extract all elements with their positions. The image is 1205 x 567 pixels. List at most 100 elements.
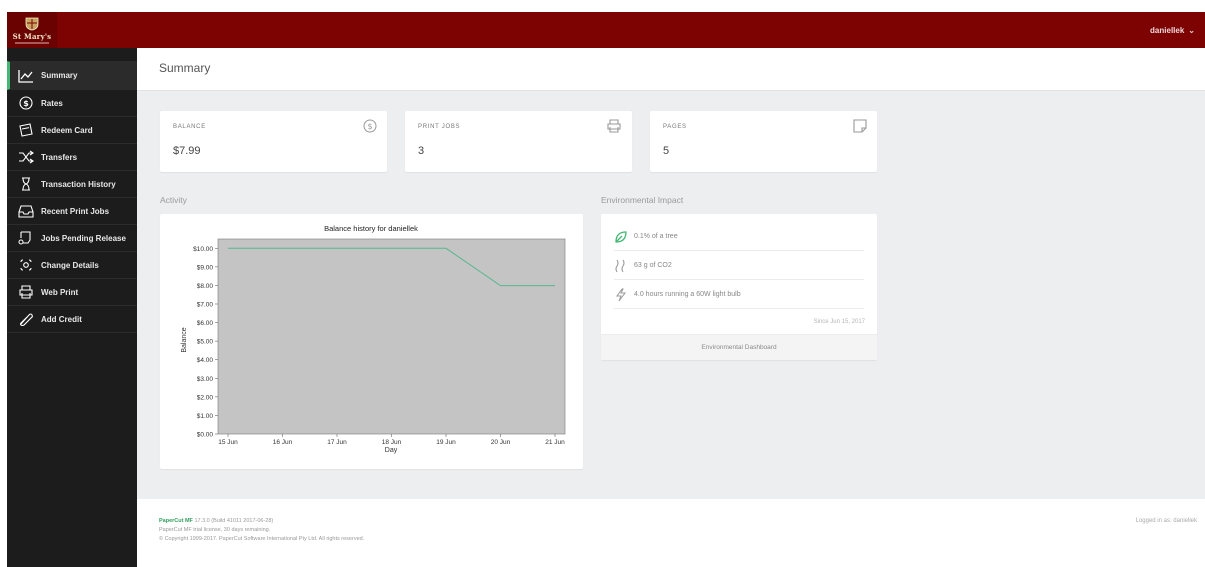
- x-tick-label: 15 Jun: [218, 439, 238, 446]
- sidebar-item-label: Transaction History: [41, 179, 116, 189]
- page-title: Summary: [159, 61, 211, 75]
- footer-copyright: © Copyright 1999-2017. PaperCut Software…: [159, 536, 365, 542]
- y-tick-label: $7.00: [197, 302, 214, 309]
- sidebar-item-label: Change Details: [41, 260, 99, 270]
- environmental-impact-card: 0.1% of a tree 63 g of CO2 4.0 hours run…: [601, 214, 877, 360]
- stat-value: 5: [663, 145, 670, 157]
- y-tick-label: $2.00: [197, 394, 214, 401]
- y-axis-label: Balance: [181, 327, 188, 352]
- x-tick-label: 17 Jun: [327, 439, 347, 446]
- papercut-link[interactable]: PaperCut MF: [159, 518, 193, 524]
- sidebar-item-add-credit[interactable]: Add Credit: [7, 306, 137, 333]
- user-menu[interactable]: daniellek ⌄: [1150, 12, 1195, 48]
- footer-version: 17.3.0 (Build 41011 2017-06-28): [192, 518, 274, 524]
- footer-version-line: PaperCut MF 17.3.0 (Build 41011 2017-06-…: [159, 518, 273, 524]
- stat-label: PAGES: [663, 124, 687, 130]
- sidebar-item-transaction-history[interactable]: Transaction History: [7, 171, 137, 198]
- sidebar-item-summary[interactable]: Summary: [7, 61, 137, 90]
- y-tick-label: $8.00: [197, 283, 214, 290]
- environmental-dashboard-link[interactable]: Environmental Dashboard: [601, 334, 877, 360]
- logo-motto-bar: [15, 41, 49, 44]
- sidebar: Summary $ Rates Redeem Card Transfers Tr…: [7, 48, 137, 567]
- y-tick-label: $1.00: [197, 413, 214, 420]
- page-footer: PaperCut MF 17.3.0 (Build 41011 2017-06-…: [137, 499, 1205, 567]
- paperclip-icon: [17, 311, 35, 327]
- balance-card: BALANCE $7.99 $: [160, 111, 387, 172]
- y-tick-label: $5.00: [197, 339, 214, 346]
- env-row-co2: 63 g of CO2: [614, 252, 864, 280]
- env-row-tree: 0.1% of a tree: [614, 223, 864, 251]
- username: daniellek: [1150, 25, 1185, 35]
- co2-wave-icon: [614, 258, 634, 274]
- y-tick-label: $9.00: [197, 264, 214, 271]
- dollar-circle-icon: $: [17, 95, 35, 111]
- svg-text:$: $: [367, 122, 372, 131]
- x-tick-label: 20 Jun: [491, 439, 511, 446]
- sidebar-item-web-print[interactable]: Web Print: [7, 279, 137, 306]
- stat-label: BALANCE: [173, 124, 206, 130]
- logged-in-as: Logged in as: daniellek: [1135, 518, 1197, 524]
- activity-chart-card: Balance history for daniellek $0.00 $1.00…: [160, 214, 583, 469]
- sidebar-item-label: Summary: [41, 71, 78, 80]
- stat-label: PRINT JOBS: [418, 124, 461, 130]
- x-tick-label: 21 Jun: [545, 439, 565, 446]
- printer-icon: [607, 119, 621, 133]
- printer-icon: [17, 284, 35, 300]
- y-tick-label: $3.00: [197, 376, 214, 383]
- sidebar-item-label: Rates: [41, 98, 63, 108]
- sidebar-item-recent-print-jobs[interactable]: Recent Print Jobs: [7, 198, 137, 225]
- pages-card: PAGES 5: [650, 111, 877, 172]
- y-tick-label: $0.00: [197, 432, 214, 439]
- left-gutter: [0, 0, 7, 567]
- y-tick-label: $4.00: [197, 357, 214, 364]
- env-row-text: 63 g of CO2: [634, 262, 672, 269]
- sidebar-item-change-details[interactable]: Change Details: [7, 252, 137, 279]
- chart-line-icon: [17, 68, 35, 84]
- sidebar-item-transfers[interactable]: Transfers: [7, 144, 137, 171]
- main-content: Summary BALANCE $7.99 $ PRINT JOBS 3 PAG…: [137, 48, 1205, 567]
- lightning-icon: [614, 287, 634, 303]
- leaf-icon: [614, 229, 634, 245]
- chevron-down-icon: ⌄: [1188, 25, 1195, 35]
- sidebar-item-redeem-card[interactable]: Redeem Card: [7, 117, 137, 144]
- hourglass-icon: [17, 176, 35, 192]
- jobs-pending-icon: [17, 230, 35, 246]
- sidebar-item-label: Web Print: [41, 287, 79, 297]
- logo-text: St Mary's: [12, 31, 52, 41]
- top-gutter: [0, 0, 1205, 12]
- stat-value: 3: [418, 145, 425, 157]
- env-since-date: Since Jun 15, 2017: [813, 319, 865, 325]
- inbox-icon: [17, 203, 35, 219]
- sidebar-item-label: Transfers: [41, 152, 78, 162]
- page-header: Summary: [137, 48, 1205, 91]
- gear-icon: [17, 257, 35, 273]
- top-bar: St Mary's daniellek ⌄: [7, 12, 1205, 48]
- sidebar-item-rates[interactable]: $ Rates: [7, 90, 137, 117]
- svg-text:$: $: [23, 99, 29, 108]
- footer-license: PaperCut MF trial license, 30 days remai…: [159, 527, 271, 533]
- y-tick-label: $6.00: [197, 320, 214, 327]
- x-tick-label: 16 Jun: [273, 439, 293, 446]
- sidebar-item-label: Recent Print Jobs: [41, 206, 110, 216]
- y-tick-label: $10.00: [193, 246, 213, 253]
- x-axis-label: Day: [385, 447, 398, 454]
- card-icon: [17, 122, 35, 138]
- balance-history-chart: Balance history for daniellek $0.00 $1.00…: [181, 224, 566, 454]
- school-logo[interactable]: St Mary's: [7, 12, 57, 48]
- sidebar-item-jobs-pending-release[interactable]: Jobs Pending Release: [7, 225, 137, 252]
- chart-title: Balance history for daniellek: [324, 224, 418, 233]
- plot-area: [217, 238, 566, 435]
- sidebar-item-label: Jobs Pending Release: [41, 233, 126, 243]
- print-jobs-card: PRINT JOBS 3: [405, 111, 632, 172]
- transfer-arrows-icon: [17, 149, 35, 165]
- env-row-light-bulb: 4.0 hours running a 60W light bulb: [614, 281, 864, 309]
- page-icon: [853, 119, 867, 133]
- dollar-circle-icon: $: [363, 119, 377, 133]
- x-tick-label: 18 Jun: [382, 439, 402, 446]
- sidebar-item-label: Redeem Card: [41, 125, 93, 135]
- activity-title: Activity: [160, 195, 187, 205]
- crest-icon: [25, 17, 39, 30]
- x-tick-label: 19 Jun: [436, 439, 456, 446]
- env-row-text: 4.0 hours running a 60W light bulb: [634, 291, 741, 298]
- sidebar-item-label: Add Credit: [41, 314, 82, 324]
